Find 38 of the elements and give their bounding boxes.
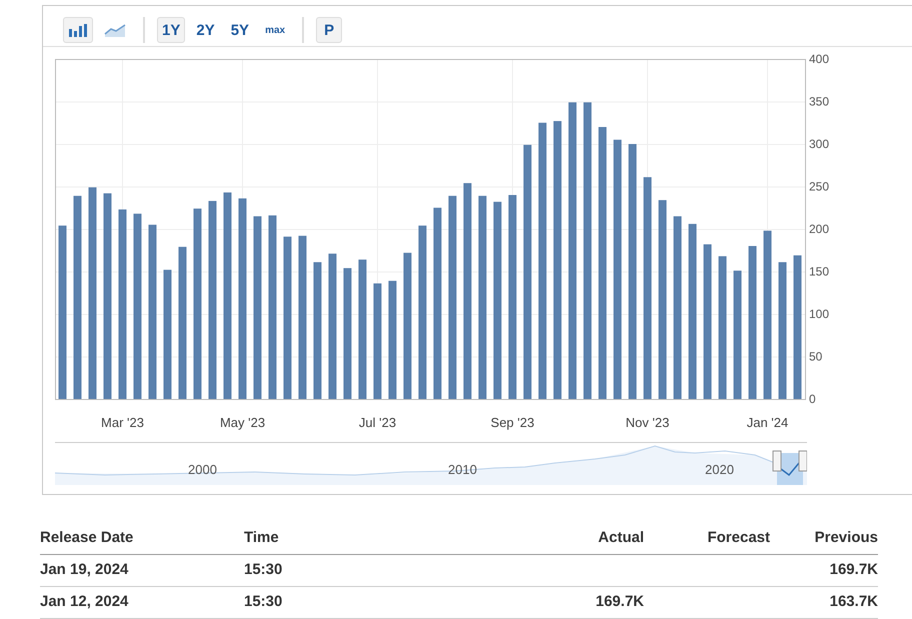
y-axis-label: 350	[809, 94, 830, 108]
y-axis-label: 400	[809, 52, 830, 66]
y-axis-label: 150	[809, 264, 830, 278]
timeline-label: 2010	[448, 462, 477, 477]
table-cell: Jan 19, 2024	[40, 555, 244, 587]
column-header: Time	[244, 523, 474, 555]
range-button[interactable]: 5Y	[226, 17, 254, 43]
bar-chart-icon	[68, 23, 88, 37]
print-button[interactable]: P	[316, 17, 342, 43]
range-button[interactable]: max	[260, 17, 290, 43]
x-axis-label: Nov '23	[626, 415, 670, 430]
y-axis-label: 300	[809, 137, 830, 151]
x-axis-label: Mar '23	[101, 415, 144, 430]
y-axis-label: 0	[809, 392, 816, 406]
table-cell: 169.7K	[474, 587, 644, 619]
table-cell: 15:30	[244, 587, 474, 619]
table-cell: Jan 12, 2024	[40, 587, 244, 619]
timeline-label: 2020	[705, 462, 734, 477]
area-chart-icon	[104, 23, 126, 37]
x-axis-label: Sep '23	[490, 415, 534, 430]
y-axis-label: 50	[809, 350, 822, 364]
y-axis-label: 200	[809, 222, 830, 236]
x-axis-label: Jan '24	[746, 415, 788, 430]
column-header: Actual	[474, 523, 644, 555]
column-header: Release Date	[40, 523, 244, 555]
chart-type-button[interactable]	[63, 17, 93, 43]
table-cell: 163.7K	[770, 587, 878, 619]
column-header: Previous	[770, 523, 878, 555]
table-cell: 15:30	[244, 555, 474, 587]
table-cell: 169.7K	[770, 555, 878, 587]
x-axis-label: Jul '23	[358, 415, 396, 430]
range-button[interactable]: 2Y	[191, 17, 220, 43]
y-axis-label: 100	[809, 307, 830, 321]
range-button[interactable]: 1Y	[157, 17, 186, 43]
timeline-label: 2000	[188, 462, 217, 477]
column-header: Forecast	[644, 523, 770, 555]
y-axis-label: 250	[809, 180, 830, 194]
x-axis-label: May '23	[220, 415, 266, 430]
